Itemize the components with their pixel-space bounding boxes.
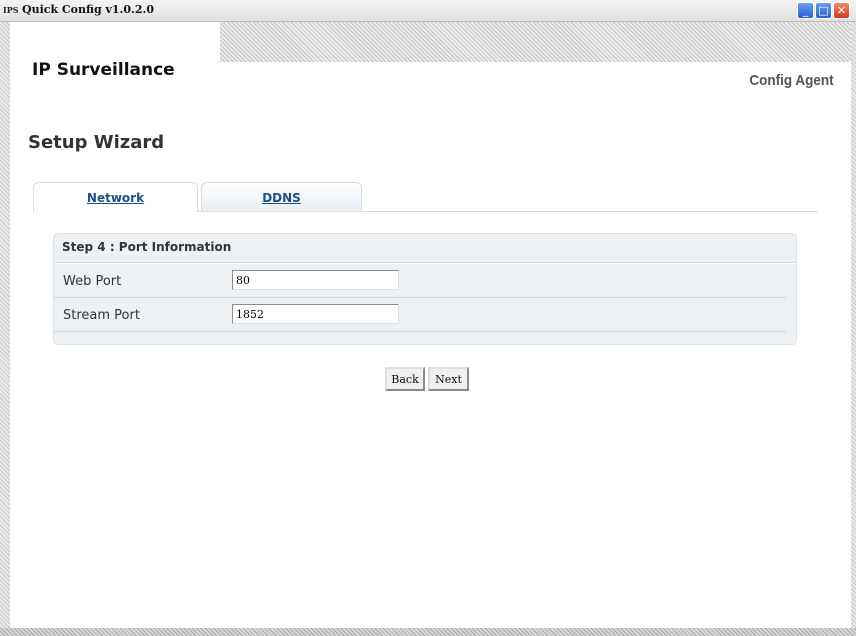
brand-title: IP Surveillance	[32, 60, 175, 80]
row-divider	[54, 297, 786, 298]
close-button[interactable]: ✕	[833, 2, 850, 19]
tab-divider	[198, 211, 818, 212]
tab-ddns-label: DDNS	[262, 191, 301, 205]
minimize-button[interactable]: _	[797, 2, 814, 19]
panel-title: Step 4 : Port Information	[62, 240, 232, 254]
page-title: Setup Wizard	[28, 132, 165, 153]
app-icon: IPS	[3, 5, 19, 15]
web-port-label: Web Port	[63, 274, 122, 289]
back-button[interactable]: Back	[385, 367, 425, 391]
maximize-icon: □	[818, 4, 829, 17]
panel-divider	[54, 262, 796, 264]
window-frame-right	[851, 22, 856, 636]
brand-subtitle: Config Agent	[749, 72, 834, 89]
next-button[interactable]: Next	[428, 367, 469, 391]
header-pattern	[220, 22, 851, 62]
web-port-input[interactable]	[232, 270, 399, 290]
maximize-button[interactable]: □	[815, 2, 832, 19]
window-frame-left	[0, 22, 10, 636]
minimize-icon: _	[802, 4, 809, 17]
title-bar: IPS Quick Config v1.0.2.0 _ □ ✕	[0, 0, 856, 22]
tab-ddns[interactable]: DDNS	[201, 182, 362, 212]
tab-network-label: Network	[86, 191, 145, 205]
close-icon: ✕	[836, 4, 847, 17]
window-title: Quick Config v1.0.2.0	[22, 3, 155, 16]
window-frame-bottom	[0, 628, 856, 636]
row-divider	[54, 331, 786, 332]
tab-network[interactable]: Network	[33, 182, 198, 212]
stream-port-input[interactable]	[232, 304, 399, 324]
stream-port-label: Stream Port	[63, 308, 140, 323]
port-info-panel: Step 4 : Port Information Web Port Strea…	[53, 233, 797, 345]
